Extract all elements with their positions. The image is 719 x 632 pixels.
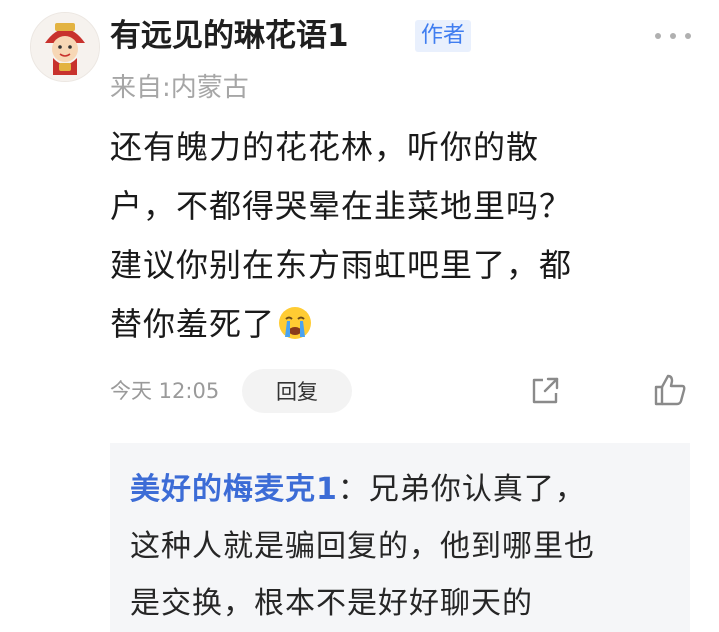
username[interactable]: 有远见的琳花语1 [110,14,349,58]
avatar[interactable] [30,12,100,82]
comment-time: 今天 12:05 [110,379,220,403]
more-dot [685,33,691,39]
comment-content: 还有魄力的花花林，听你的散 户，不都得哭晕在韭菜地里吗？ 建议你别在东方雨虹吧里… [110,118,670,354]
reply-separator: ： [337,472,369,507]
reply-line: 是交换，根本不是好好聊天的 [130,586,533,621]
author-badge: 作者 [415,20,472,52]
reply-line: 这种人就是骗回复的，他到哪里也 [130,529,595,564]
location-label: 来自:内蒙古 [110,73,249,103]
reply-line: 兄弟你认真了， [368,472,586,507]
reply-text: 美好的梅麦克1：兄弟你认真了， 这种人就是骗回复的，他到哪里也 是交换，根本不是… [130,461,670,632]
more-dot [655,33,661,39]
more-dots-icon[interactable] [655,31,691,41]
reply-button-label: 回复 [276,380,318,404]
comment-last-line: 替你羞死了 [110,295,670,354]
comment-line: 替你羞死了 [110,305,276,343]
comment-line: 建议你别在东方雨虹吧里了，都 [110,246,573,284]
reply-username[interactable]: 美好的梅麦克1 [130,472,338,507]
share-icon[interactable] [528,374,562,408]
crying-face-icon [279,307,312,339]
reply-first-line: 美好的梅麦克1：兄弟你认真了， [130,461,670,518]
comment-line: 户，不都得哭晕在韭菜地里吗？ [110,187,573,225]
avatar-image [31,13,99,81]
reply-button[interactable]: 回复 [242,369,352,413]
comment-line: 还有魄力的花花林，听你的散 [110,128,540,166]
more-dot [670,33,676,39]
reply-preview[interactable]: 美好的梅麦克1：兄弟你认真了， 这种人就是骗回复的，他到哪里也 是交换，根本不是… [110,443,690,632]
thumbs-up-icon[interactable] [652,372,688,408]
